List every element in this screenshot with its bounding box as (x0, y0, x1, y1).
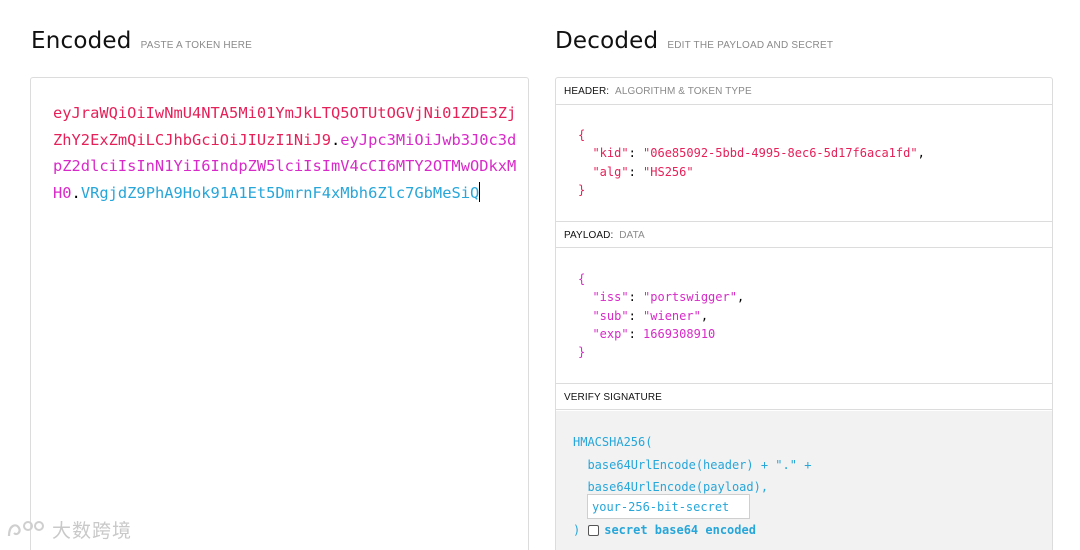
json-val-kid: "06e85092-5bbd-4995-8ec6-5d17f6aca1fd" (643, 146, 918, 161)
json-key-exp: "exp" (592, 326, 629, 341)
json-val-exp: 1669308910 (643, 326, 716, 341)
verify-line-1: HMACSHA256( (573, 435, 653, 449)
json-brace-open: { (578, 128, 586, 142)
encoded-token-editor[interactable]: eyJraWQiOiIwNmU4NTA5Mi01YmJkLTQ5OTUtOGVj… (30, 77, 529, 550)
json-brace-close: } (578, 345, 586, 360)
header-section-sub: ALGORITHM & TOKEN TYPE (615, 86, 752, 97)
token-signature-part: VRgjdZ9PhA9Hok91A1Et5DmrnF4xMbh6Zlc7GbMe… (80, 183, 480, 202)
encoded-heading: Encoded PASTE A TOKEN HERE (31, 28, 252, 54)
payload-json-editor[interactable]: { "iss": "portswigger", "sub": "wiener",… (578, 270, 744, 361)
verify-footer: ) secret base64 encoded (573, 523, 756, 537)
payload-section-label: PAYLOAD: (564, 230, 614, 241)
payload-section-title: PAYLOAD: DATA (556, 221, 1052, 248)
json-val-alg: "HS256" (643, 164, 694, 179)
json-brace-close: } (578, 182, 586, 197)
watermark-text: 大数跨境 (52, 520, 133, 542)
encoded-title: Encoded (31, 28, 132, 54)
text-caret (479, 181, 481, 202)
header-json-editor[interactable]: { "kid": "06e85092-5bbd-4995-8ec6-5d17f6… (578, 126, 925, 199)
verify-close-paren: ) (573, 523, 581, 537)
json-key-sub: "sub" (592, 308, 629, 323)
base64-checkbox[interactable] (588, 524, 600, 536)
json-key-iss: "iss" (592, 290, 629, 305)
decoded-heading: Decoded EDIT THE PAYLOAD AND SECRET (555, 28, 833, 54)
payload-section-sub: DATA (619, 230, 645, 241)
verify-signature-body: HMACSHA256( base64UrlEncode(header) + ".… (556, 411, 1052, 550)
json-key-alg: "alg" (592, 164, 629, 179)
json-brace-open: { (578, 272, 586, 286)
json-val-sub: "wiener" (643, 308, 701, 323)
verify-section-label: VERIFY SIGNATURE (564, 392, 662, 403)
token-text[interactable]: eyJraWQiOiIwNmU4NTA5Mi01YmJkLTQ5OTUtOGVj… (53, 100, 523, 206)
verify-line-2: base64UrlEncode(header) + "." + (573, 457, 812, 472)
verify-section-title: VERIFY SIGNATURE (556, 383, 1052, 410)
header-section-label: HEADER: (564, 86, 610, 97)
base64-label[interactable]: secret base64 encoded (604, 523, 756, 537)
json-key-kid: "kid" (592, 146, 629, 161)
decoded-panel: HEADER: ALGORITHM & TOKEN TYPE { "kid": … (555, 77, 1053, 550)
brand-logo-icon (7, 520, 44, 536)
verify-line-3: base64UrlEncode(payload), (573, 480, 769, 495)
verify-code: HMACSHA256( base64UrlEncode(header) + ".… (573, 431, 811, 499)
json-val-iss: "portswigger" (643, 290, 737, 305)
decoded-title: Decoded (555, 28, 659, 54)
header-section-title: HEADER: ALGORITHM & TOKEN TYPE (556, 78, 1052, 105)
decoded-subtitle: EDIT THE PAYLOAD AND SECRET (667, 40, 834, 51)
watermark: 大数跨境 (6, 516, 132, 543)
token-dot: . (330, 130, 341, 149)
secret-input[interactable] (587, 494, 750, 519)
token-dot: . (71, 183, 81, 202)
encoded-subtitle: PASTE A TOKEN HERE (140, 40, 252, 51)
